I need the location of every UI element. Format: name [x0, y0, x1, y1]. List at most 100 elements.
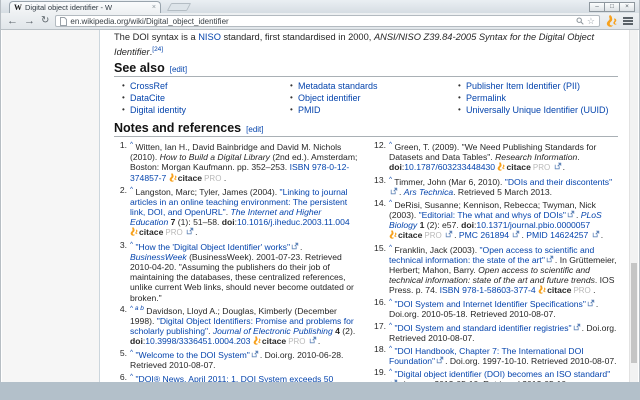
- external-link-icon[interactable]: [251, 350, 259, 360]
- reference-item: 18.^ "DOI Handbook, Chapter 7: The Inter…: [373, 344, 618, 366]
- ref-link[interactable]: PMID 14624257: [526, 230, 588, 240]
- address-bar[interactable]: en.wikipedia.org/wiki/Digital_object_ide…: [55, 15, 600, 27]
- browser-tab[interactable]: W Digital object identifier - W ×: [9, 1, 161, 13]
- external-link-icon[interactable]: [554, 162, 562, 172]
- see-also-link[interactable]: Publisher Item Identifier (PII): [456, 80, 618, 92]
- back-icon[interactable]: ←: [7, 16, 18, 27]
- wikipedia-favicon: W: [14, 4, 22, 12]
- citace-pro-badge[interactable]: citacePRO: [169, 173, 222, 183]
- citace-extension-icon[interactable]: [606, 15, 617, 27]
- ref-link[interactable]: 10.1787/603233448430: [404, 162, 495, 172]
- ref-link[interactable]: "How the 'Digital Object Identifier' wor…: [135, 242, 290, 252]
- close-tab-icon[interactable]: ×: [152, 4, 156, 11]
- text-run: (2).: [340, 326, 355, 336]
- ref-link[interactable]: Journal of Electronic Publishing: [213, 326, 333, 336]
- reference-item: 4.^ a b Davidson, Lloyd A.; Douglas, Kim…: [114, 304, 359, 348]
- reference-item: 19.^ "Digital object identifier (DOI) be…: [373, 367, 618, 382]
- edit-link[interactable]: [edit]: [170, 65, 187, 74]
- external-link-icon[interactable]: [592, 230, 600, 240]
- see-also-column-2: Metadata standardsObject identifierPMID: [282, 80, 450, 116]
- text-run: [306, 336, 308, 346]
- text-run: .: [221, 173, 226, 183]
- sup-link[interactable]: [24]: [152, 46, 163, 53]
- reference-text: ^ "DOI System and Internet Identifier Sp…: [389, 297, 618, 319]
- chrome-menu-icon[interactable]: [623, 17, 633, 25]
- ref-link[interactable]: "Welcome to the DOI System": [135, 350, 249, 360]
- tab-title: Digital object identifier - W: [25, 3, 149, 12]
- references-list: 1.^ Witten, Ian H., David Bainbridge and…: [114, 140, 618, 382]
- ref-link[interactable]: "DOIs and their discontents": [505, 176, 612, 186]
- reference-text: ^ Witten, Ian H., David Bainbridge and D…: [130, 140, 359, 184]
- see-also-link[interactable]: Permalink: [456, 92, 618, 104]
- scrollbar-thumb[interactable]: [631, 263, 637, 363]
- external-link-icon[interactable]: [512, 230, 520, 240]
- page-viewport: The DOI syntax is a NISO standard, first…: [2, 30, 638, 382]
- see-also-link[interactable]: DataCite: [120, 92, 282, 104]
- see-also-link[interactable]: Object identifier: [288, 92, 450, 104]
- reference-number: 18.: [373, 344, 389, 366]
- see-also-link[interactable]: CrossRef: [120, 80, 282, 92]
- ref-link[interactable]: "DOI System and Internet Identifier Spec…: [394, 299, 585, 309]
- minimize-icon[interactable]: –: [589, 2, 605, 12]
- ref-link[interactable]: "Editorial: The what and whys of DOIs": [419, 210, 566, 220]
- reference-text: ^ "How the 'Digital Object Identifier' w…: [130, 240, 359, 303]
- external-link-icon[interactable]: [445, 230, 453, 240]
- ref-link[interactable]: "DOI System and standard identifier regi…: [394, 323, 571, 333]
- text-run: .: [195, 227, 197, 237]
- citace-pro-badge[interactable]: citacePRO: [130, 227, 183, 237]
- external-link-icon[interactable]: [291, 242, 299, 252]
- citace-pro-badge[interactable]: citacePRO: [538, 285, 591, 295]
- reload-icon[interactable]: ↻: [41, 16, 49, 26]
- bookmark-star-icon[interactable]: ☆: [587, 17, 595, 26]
- ref-link[interactable]: "Digital object identifier (DOI) becomes…: [394, 369, 610, 379]
- see-also-link[interactable]: Digital identity: [120, 104, 282, 116]
- url-text[interactable]: en.wikipedia.org/wiki/Digital_object_ide…: [70, 17, 573, 26]
- reference-number: 16.: [373, 297, 389, 319]
- reference-number: 4.: [114, 304, 130, 348]
- text-run: . Doi.org. 1997-10-10. Retrieved 2010-08…: [445, 356, 617, 366]
- external-link-icon[interactable]: [436, 356, 444, 366]
- ref-link[interactable]: ISBN 978-1-58603-377-4: [440, 285, 536, 295]
- heading-text: See also: [114, 61, 165, 75]
- close-icon[interactable]: ×: [619, 2, 635, 12]
- ref-link[interactable]: 10.1016/j.iheduc.2003.11.004: [237, 217, 350, 227]
- reference-text: ^ "Welcome to the DOI System". Doi.org. …: [130, 348, 359, 370]
- citace-pro-badge[interactable]: citacePRO: [497, 162, 550, 172]
- external-link-icon[interactable]: [186, 227, 194, 237]
- ref-link[interactable]: PMC 261894: [459, 230, 509, 240]
- search-icon[interactable]: [576, 17, 584, 25]
- reference-item: 14.^ DeRisi, Susanne; Kennison, Rebecca;…: [373, 198, 618, 242]
- new-tab-button[interactable]: [167, 3, 191, 11]
- external-link-icon[interactable]: [573, 323, 581, 333]
- text-run: [550, 162, 552, 172]
- citace-pro-badge[interactable]: citacePRO: [253, 336, 306, 346]
- reference-item: 3.^ "How the 'Digital Object Identifier'…: [114, 240, 359, 303]
- ref-link[interactable]: "DOI® News, April 2011: 1. DOI System ex…: [130, 374, 333, 382]
- see-also-link[interactable]: PMID: [288, 104, 450, 116]
- citace-pro-badge[interactable]: citacePRO: [389, 230, 442, 240]
- ref-link[interactable]: BusinessWeek: [130, 252, 187, 262]
- see-also-link[interactable]: Universally Unique Identifier (UUID): [456, 104, 618, 116]
- reference-text: ^ Timmer, John (Mar 6, 2010). "DOIs and …: [389, 175, 618, 197]
- ref-link[interactable]: NISO: [198, 32, 221, 42]
- see-also-link[interactable]: Metadata standards: [288, 80, 450, 92]
- maximize-icon[interactable]: □: [604, 2, 620, 12]
- ref-link[interactable]: 10.3998/3336451.0004.203: [145, 336, 250, 346]
- vertical-scrollbar[interactable]: [629, 30, 638, 382]
- reference-number: 13.: [373, 175, 389, 197]
- forward-icon[interactable]: →: [24, 16, 35, 27]
- see-also-column-1: CrossRefDataCiteDigital identity: [114, 80, 282, 116]
- external-link-icon[interactable]: [546, 255, 554, 265]
- ref-link[interactable]: 10.1371/journal.pbio.0000057: [476, 220, 590, 230]
- reference-text: ^ a b Davidson, Lloyd A.; Douglas, Kimbe…: [130, 304, 359, 348]
- external-link-icon[interactable]: [567, 210, 575, 220]
- external-link-icon[interactable]: [390, 379, 398, 382]
- external-link-icon[interactable]: [309, 336, 317, 346]
- external-link-icon[interactable]: [390, 187, 398, 197]
- edit-link[interactable]: [edit]: [246, 125, 263, 134]
- ref-link[interactable]: Ars Technica: [404, 187, 453, 197]
- heading-text: Notes and references: [114, 121, 241, 135]
- reference-text: ^ "Digital object identifier (DOI) becom…: [389, 367, 618, 382]
- external-link-icon[interactable]: [587, 299, 595, 309]
- reference-text: ^ Langston, Marc; Tyler, James (2004). "…: [130, 185, 359, 239]
